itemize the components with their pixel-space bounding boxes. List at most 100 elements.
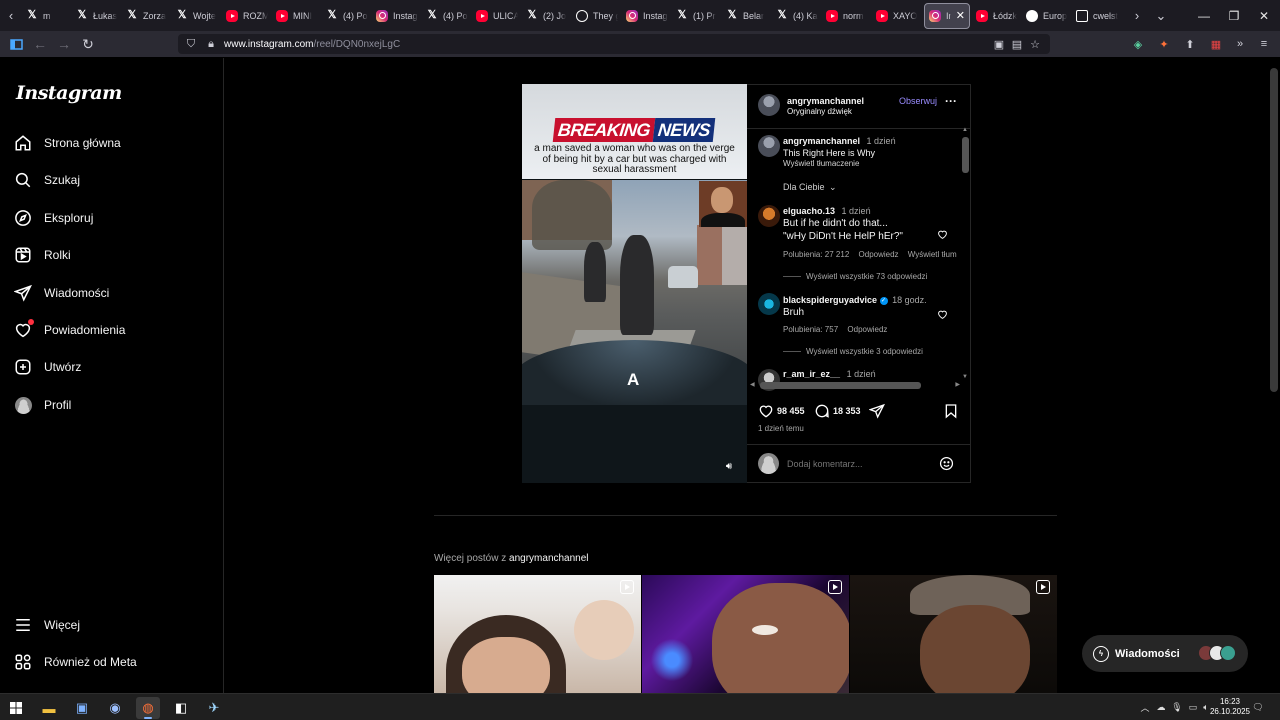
reel-video[interactable]: BREAKING NEWS a man saved a woman who wa… [522,84,747,483]
comment-time[interactable]: 18 godz. [892,295,927,305]
comment-time[interactable]: 1 dzień [842,206,871,216]
maximize-icon[interactable]: ❐ [1219,0,1249,31]
nav-profile[interactable]: Profil [14,390,210,420]
sidebar-toggle-icon[interactable] [4,31,28,57]
roblox-studio-icon[interactable]: ◧ [169,697,193,719]
reload-icon[interactable]: ↻ [76,31,100,57]
tab[interactable]: Łódzk [972,0,1022,31]
comment-like-count[interactable]: Polubienia: 27 212 [783,250,849,259]
nav-search[interactable]: Szukaj [14,165,210,195]
reader-view-icon[interactable]: ▤ [1009,37,1025,51]
audio-label[interactable]: Oryginalny dźwięk [787,107,852,116]
file-explorer-icon[interactable]: ▬ [37,697,61,719]
nav-explore[interactable]: Eksploruj [14,203,210,233]
shield-icon[interactable]: ⛉ [184,37,198,51]
tab[interactable]: 𝕏 (4) Po [322,0,372,31]
extension-fox-icon[interactable]: ✦ [1156,37,1172,51]
close-window-icon[interactable]: ✕ [1249,0,1279,31]
hamburger-menu-icon[interactable]: ≡ [1256,37,1272,51]
caption-translate-link[interactable]: Wyświetl tłumaczenie [783,159,859,168]
comment-time[interactable]: 1 dzień [847,369,876,379]
extensions-puzzle-icon[interactable]: ⬆ [1182,37,1198,51]
page-scrollbar[interactable] [1268,58,1280,693]
firefox-icon[interactable]: ◍ [136,697,160,719]
tab[interactable]: 𝕏 (4) Po [422,0,472,31]
tab[interactable]: norm [822,0,872,31]
computer-app-icon[interactable]: ▣ [70,697,94,719]
comments-scroll-thumb[interactable] [962,137,969,173]
scroll-down-arrow-icon[interactable]: ▼ [962,374,968,380]
author-username[interactable]: angrymanchannel [787,96,864,106]
comment-filter-dropdown[interactable]: Dla Ciebie ⌄ [783,182,837,193]
tab[interactable]: XAYO [872,0,922,31]
like-count[interactable]: 98 455 [777,406,805,416]
tab-list-chevron-icon[interactable]: ⌄ [1150,0,1172,31]
lock-icon[interactable]: 🔒︎ [204,37,218,51]
tab[interactable]: 𝕏 (2) Jo [522,0,572,31]
tab[interactable]: 𝕏m [22,0,72,31]
tab[interactable]: Instag [372,0,422,31]
nav-more[interactable]: Więcej [14,610,210,640]
post-thumbnail[interactable] [642,575,849,693]
microphone-icon[interactable]: 🎙︎ [1171,701,1183,713]
nav-messages[interactable]: Wiadomości [14,278,210,308]
page-scroll-thumb[interactable] [1270,68,1278,392]
scroll-right-arrow-icon[interactable]: ▶ [955,381,960,388]
tab[interactable]: 𝕏 (1) Pr [672,0,722,31]
comment-like-count[interactable]: Polubienia: 757 [783,325,838,334]
minimize-icon[interactable]: — [1189,0,1219,31]
scroll-left-arrow-icon[interactable]: ◀ [750,381,755,388]
steam-icon[interactable]: ◉ [103,697,127,719]
speaker-icon[interactable]: 🔊︎ [722,459,736,473]
comment-input[interactable] [787,457,927,471]
tab-active[interactable]: In ✕ [924,2,970,29]
comment-reply-button[interactable]: Odpowiedz [859,250,899,259]
post-thumbnail[interactable] [434,575,641,693]
comment-translate-link[interactable]: Wyświetl tłum [908,250,957,259]
taskbar-clock[interactable]: 16:23 26.10.2025 [1210,697,1250,717]
like-heart-icon[interactable] [758,403,774,419]
app-icon[interactable]: ✈ [202,697,226,719]
onedrive-cloud-icon[interactable]: ☁ [1155,701,1167,713]
comment-reply-button[interactable]: Odpowiedz [847,325,887,334]
comment-author[interactable]: elguacho.13 [783,206,835,216]
tab[interactable]: Instag [622,0,672,31]
caption-avatar[interactable] [758,135,780,157]
tray-chevron-up-icon[interactable]: ︿ [1139,701,1151,713]
notification-center-icon[interactable]: 🗨︎ [1252,701,1264,713]
tab[interactable]: 𝕏 Wojte [172,0,222,31]
overflow-chevrons-icon[interactable]: » [1232,37,1248,51]
back-arrow-icon[interactable]: ← [28,31,52,57]
comment-count[interactable]: 18 353 [833,406,861,416]
nav-also-from-meta[interactable]: Również od Meta [14,647,210,677]
view-replies-button[interactable]: Wyświetl wszystkie 3 odpowiedzi [806,347,923,356]
extension-shield-icon[interactable]: ◈ [1130,37,1146,51]
windows-start-icon[interactable] [4,697,28,719]
comment-like-heart-icon[interactable] [937,307,948,319]
comments-horizontal-scrollbar[interactable]: ◀ ▶ [750,381,960,389]
caption-author[interactable]: angrymanchannel [783,136,860,146]
caption-time[interactable]: 1 dzień [867,136,896,146]
tab[interactable]: MINI [272,0,322,31]
emoji-icon[interactable] [939,456,954,471]
save-bookmark-icon[interactable] [943,403,959,419]
comment-author[interactable]: r_am_ir_ez__ [783,369,840,379]
instagram-logo[interactable]: Instagram [16,82,122,104]
tab[interactable]: cwelst [1072,0,1122,31]
tabs-scroll-right-icon[interactable]: › [1126,0,1148,31]
comment-author[interactable]: blackspiderguyadvice [783,295,877,305]
tab[interactable]: 𝕏 Belar [722,0,772,31]
view-replies-button[interactable]: Wyświetl wszystkie 73 odpowiedzi [806,272,927,281]
nav-create[interactable]: Utwórz [14,352,210,382]
nav-reels[interactable]: Rolki [14,240,210,270]
share-paper-plane-icon[interactable] [868,403,885,419]
messages-pill[interactable]: ϟ Wiadomości [1082,635,1248,672]
bookmark-star-icon[interactable]: ☆ [1027,37,1043,51]
more-posts-author[interactable]: angrymanchannel [509,553,589,564]
tab[interactable]: ULICA [472,0,522,31]
extension-badge-icon[interactable]: ▦ [1208,37,1224,51]
author-avatar[interactable] [758,94,780,116]
comment-avatar[interactable] [758,293,780,315]
picture-in-picture-icon[interactable]: ▣ [991,37,1007,51]
scroll-up-arrow-icon[interactable]: ▲ [962,127,968,133]
